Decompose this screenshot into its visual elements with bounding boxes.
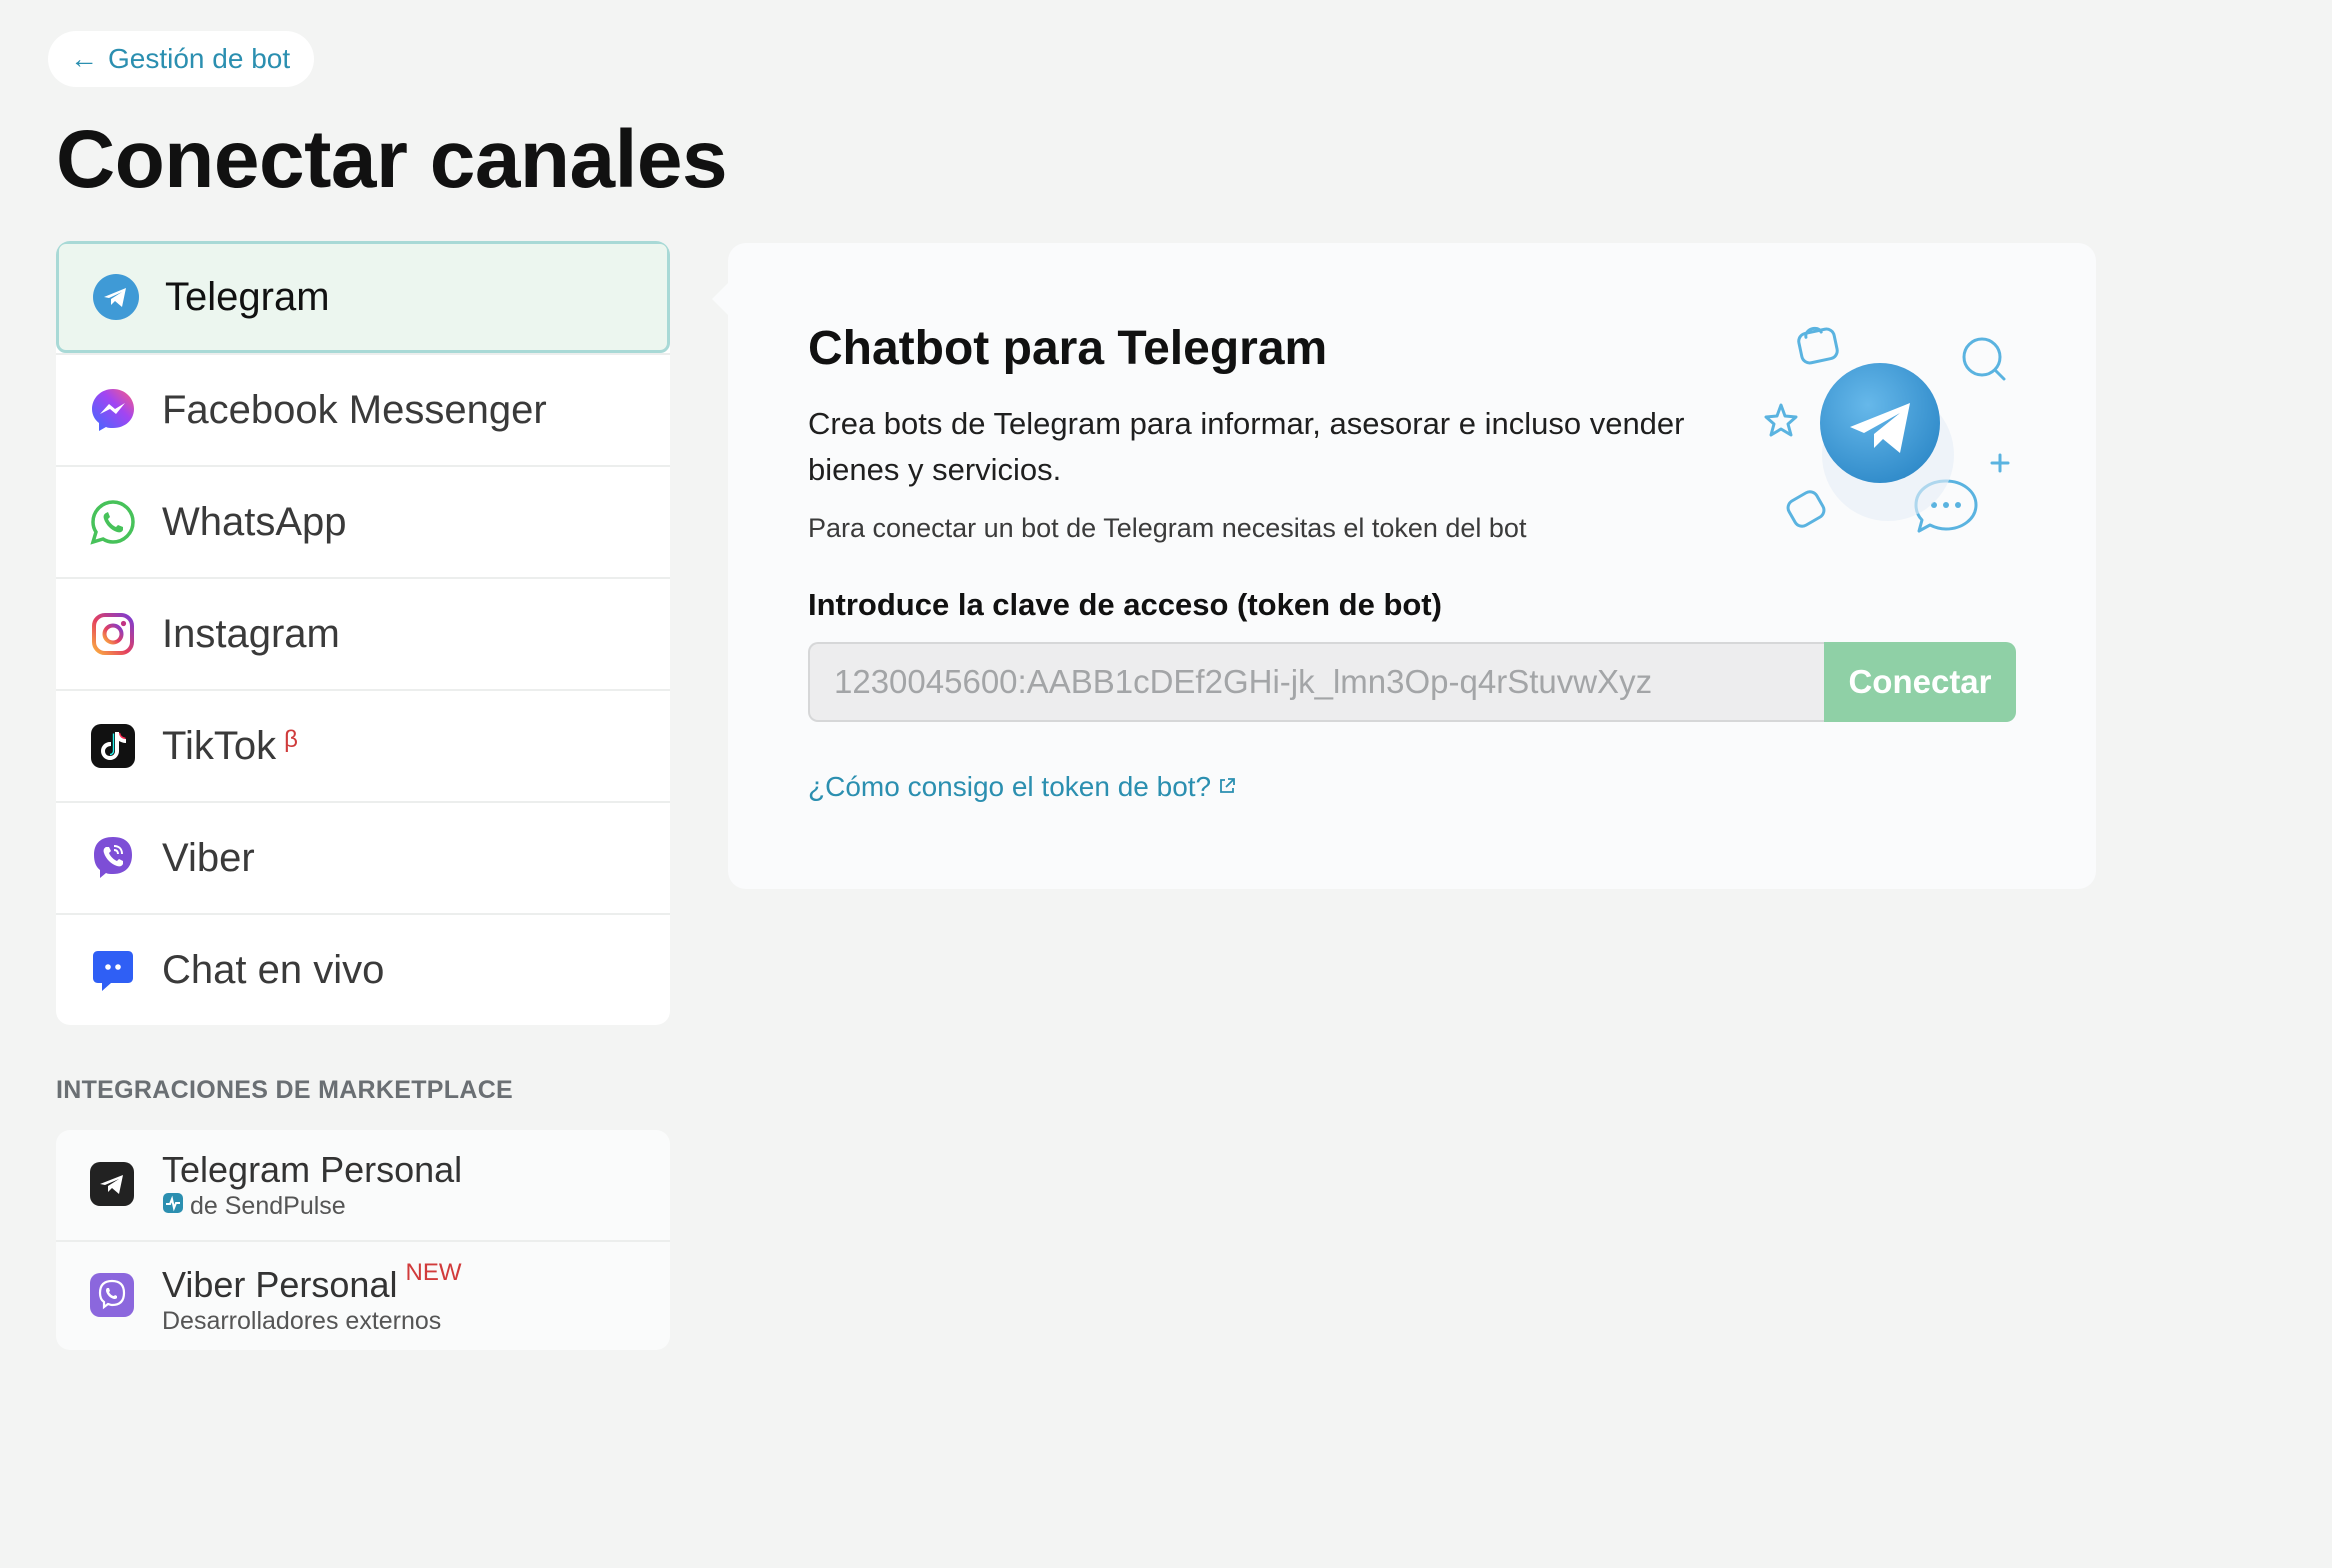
- tiktok-icon: [88, 721, 138, 771]
- help-link-label: ¿Cómo consigo el token de bot?: [808, 771, 1212, 802]
- channel-label: Viber: [162, 835, 255, 880]
- messenger-icon: [88, 385, 138, 435]
- viber-icon: [88, 833, 138, 883]
- channel-item-whatsapp[interactable]: WhatsApp: [56, 465, 670, 577]
- arrow-left-icon: ←: [70, 43, 98, 74]
- channel-item-viber[interactable]: Viber: [56, 801, 670, 913]
- channel-label: WhatsApp: [162, 499, 347, 544]
- market-item-label: Telegram Personal: [162, 1148, 463, 1190]
- market-item-viber-personal[interactable]: Viber Personal NEW Desarrolladores extern…: [56, 1240, 670, 1350]
- channel-label: TikTok: [162, 723, 277, 768]
- panel-note: Para conectar un bot de Telegram necesit…: [808, 513, 1527, 543]
- panel-description: Crea bots de Telegram para informar, ase…: [808, 406, 1685, 487]
- channel-label: Telegram: [165, 274, 330, 319]
- telegram-icon: [91, 272, 141, 322]
- telegram-illustration: [1738, 315, 2028, 565]
- market-item-sub: Desarrolladores externos: [162, 1306, 442, 1335]
- market-item-sub: de SendPulse: [190, 1191, 346, 1220]
- external-link-icon: [1217, 771, 1237, 803]
- telegram-connect-panel: Chatbot para Telegram Crea bots de Teleg…: [712, 243, 2096, 889]
- panel-title: Chatbot para Telegram: [808, 322, 1328, 375]
- live-chat-icon: [88, 945, 138, 995]
- channel-label: Chat en vivo: [162, 947, 385, 992]
- channel-label: Instagram: [162, 611, 340, 656]
- page-title: Conectar canales: [56, 114, 728, 205]
- channel-item-instagram[interactable]: Instagram: [56, 577, 670, 689]
- market-item-telegram-personal[interactable]: Telegram Personal de SendPulse: [56, 1130, 670, 1240]
- channel-list: Telegram Facebook Messenger WhatsApp Ins…: [56, 241, 670, 1025]
- marketplace-section-label: INTEGRACIONES DE MARKETPLACE: [56, 1076, 514, 1104]
- back-button-label: Gestión de bot: [108, 43, 291, 74]
- telegram-personal-icon: [88, 1160, 138, 1210]
- connect-button[interactable]: Conectar: [1824, 642, 2016, 722]
- token-help-link[interactable]: ¿Cómo consigo el token de bot?: [808, 771, 1237, 803]
- beta-badge: β: [284, 726, 298, 753]
- marketplace-list: Telegram Personal de SendPulse Viber Per…: [56, 1130, 670, 1350]
- token-input[interactable]: [808, 642, 1828, 722]
- sendpulse-icon: [162, 1192, 184, 1221]
- instagram-icon: [88, 609, 138, 659]
- channel-item-telegram[interactable]: Telegram: [56, 241, 670, 353]
- channel-label: Facebook Messenger: [162, 387, 547, 432]
- channel-item-tiktok[interactable]: TikTok β: [56, 689, 670, 801]
- viber-personal-icon: [88, 1271, 138, 1321]
- new-badge: NEW: [405, 1258, 462, 1286]
- channel-item-facebook-messenger[interactable]: Facebook Messenger: [56, 353, 670, 465]
- token-field-label: Introduce la clave de acceso (token de b…: [808, 587, 1442, 622]
- market-item-label: Viber Personal: [162, 1263, 398, 1305]
- whatsapp-icon: [88, 497, 138, 547]
- channel-item-live-chat[interactable]: Chat en vivo: [56, 913, 670, 1025]
- back-button[interactable]: ← Gestión de bot: [48, 31, 315, 87]
